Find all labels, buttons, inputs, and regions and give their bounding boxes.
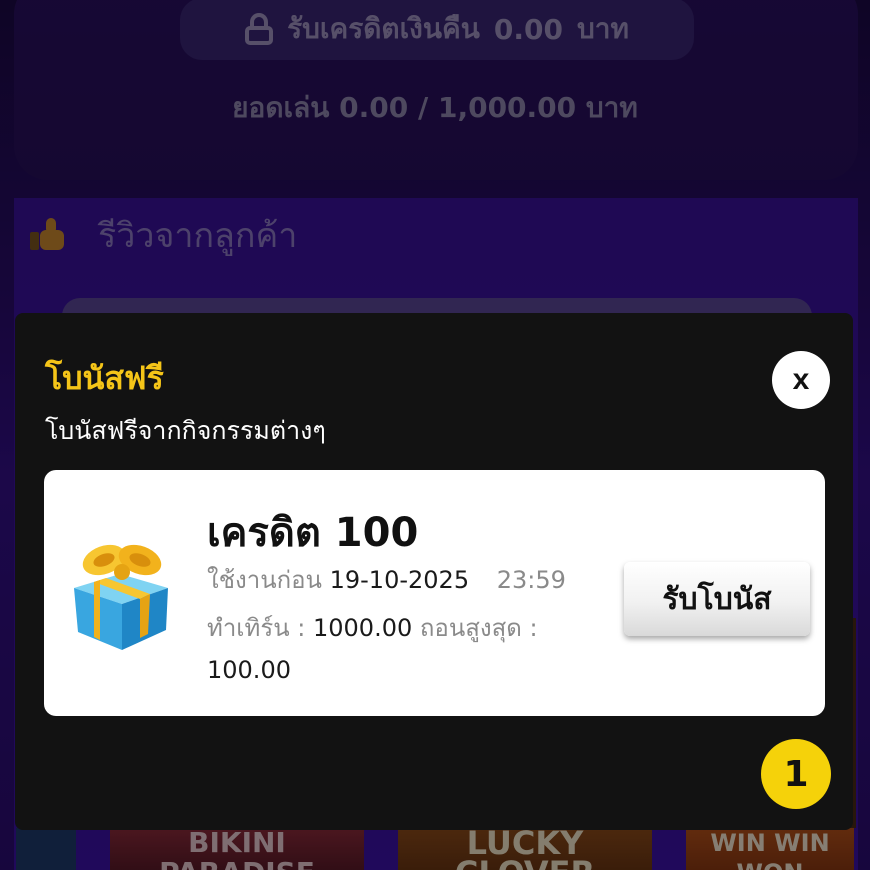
free-bonus-modal: โบนัสฟรี โบนัสฟรีจากกิจกรรมต่างๆ x เครดิ…: [15, 313, 853, 830]
max-withdraw-value: 100.00: [207, 656, 291, 684]
claim-bonus-button[interactable]: รับโบนัส: [624, 562, 810, 636]
close-button[interactable]: x: [772, 351, 830, 409]
bonus-expiry: ใช้งานก่อน 19-10-2025 23:59: [207, 560, 566, 599]
expire-label: ใช้งานก่อน: [207, 566, 322, 594]
bonus-count-badge: 1: [761, 739, 831, 809]
gift-box-icon: [74, 544, 168, 650]
expire-time: 23:59: [496, 566, 566, 594]
expire-date: 19-10-2025: [329, 566, 470, 594]
close-icon: x: [792, 363, 810, 396]
bonus-card: เครดิต 100 ใช้งานก่อน 19-10-2025 23:59 ท…: [44, 470, 825, 716]
modal-title: โบนัสฟรี: [45, 359, 164, 397]
modal-subtitle: โบนัสฟรีจากกิจกรรมต่างๆ: [45, 416, 326, 445]
max-withdraw-label: ถอนสูงสุด: [419, 614, 522, 642]
separator: :: [529, 614, 538, 642]
bonus-title: เครดิต 100: [207, 510, 419, 556]
separator: :: [297, 614, 306, 642]
turnover-label: ทำเทิร์น: [207, 614, 290, 642]
turnover-value: 1000.00: [313, 614, 413, 642]
bonus-terms: ทำเทิร์น : 1000.00 ถอนสูงสุด :: [207, 608, 538, 647]
